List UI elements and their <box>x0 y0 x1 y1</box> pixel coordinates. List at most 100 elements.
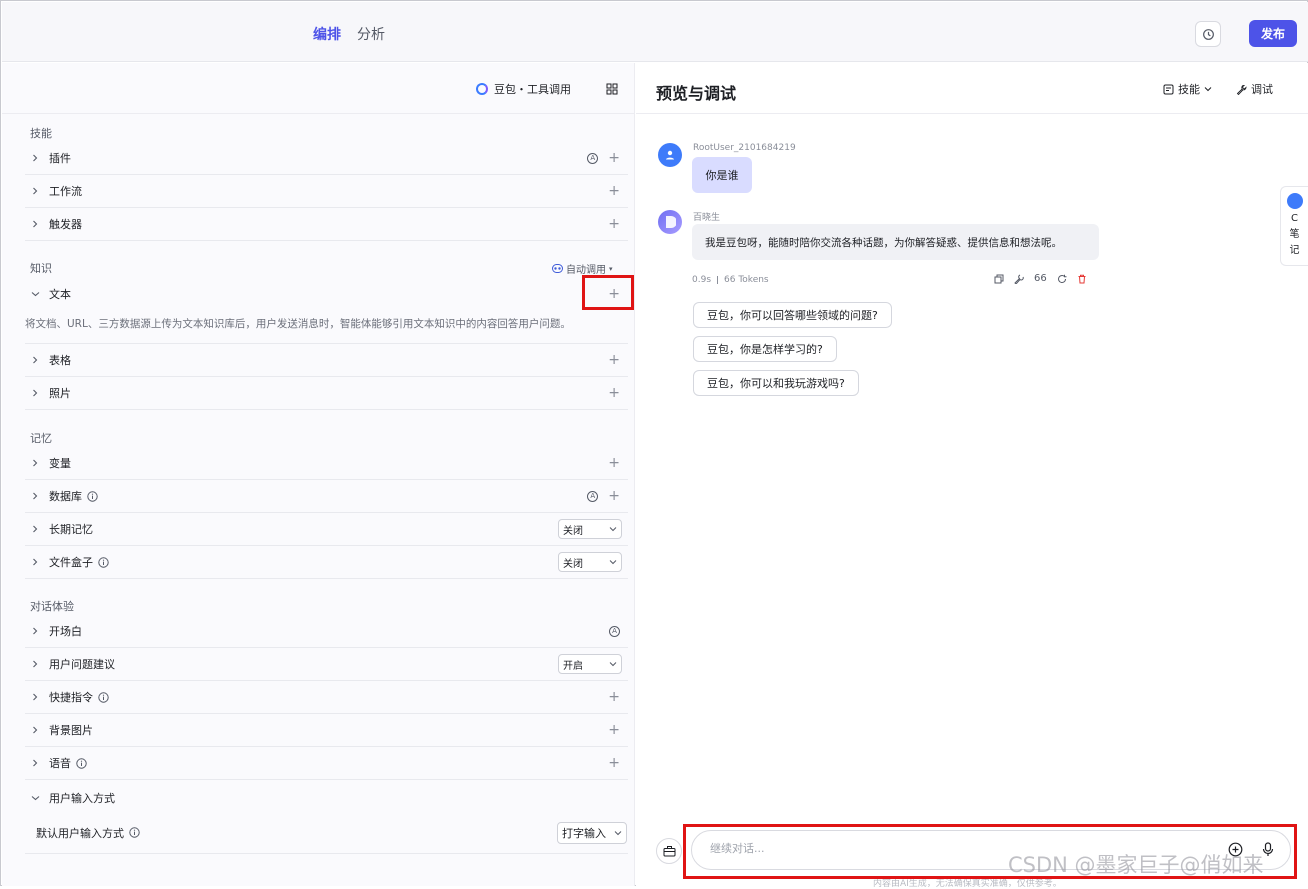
notes-icon <box>1286 193 1303 209</box>
user-message: 你是谁 <box>692 157 752 193</box>
preview-title: 预览与调试 <box>656 84 737 103</box>
auto-call-dropdown[interactable]: 自动调用 ▾ <box>552 261 613 276</box>
history-button[interactable] <box>1195 21 1221 47</box>
info-icon[interactable] <box>98 691 109 703</box>
add-variable-button[interactable]: + <box>608 456 620 470</box>
chevron-right-icon <box>25 558 49 566</box>
highlight-box <box>582 275 634 310</box>
section-skills: 技能 <box>30 127 52 140</box>
user-name: RootUser_2101684219 <box>693 143 796 153</box>
file-box-select[interactable]: 关闭 <box>558 552 622 572</box>
info-icon[interactable] <box>98 556 109 568</box>
suggestion-chip[interactable]: 豆包，你是怎样学习的? <box>693 336 837 362</box>
select-value: 开启 <box>563 660 583 672</box>
user-avatar <box>658 143 682 167</box>
info-icon[interactable] <box>129 827 140 838</box>
bot-message: 我是豆包呀，能随时陪你交流各种话题，为你解答疑惑、提供信息和想法呢。 <box>692 224 1099 260</box>
add-photo-button[interactable]: + <box>608 386 620 400</box>
chevron-right-icon <box>25 389 49 397</box>
chevron-right-icon <box>25 759 49 767</box>
row-table[interactable]: 表格 + <box>25 344 628 377</box>
row-label: 快捷指令 <box>49 691 93 704</box>
row-opening[interactable]: 开场白 A <box>25 615 628 648</box>
note-tab-text: 记 <box>1289 245 1300 256</box>
auto-call-icon[interactable]: A <box>587 152 599 164</box>
chevron-right-icon <box>25 726 49 734</box>
bot-logo-icon <box>666 216 676 228</box>
row-shortcut[interactable]: 快捷指令 + <box>25 681 628 714</box>
section-dialog-experience: 对话体验 <box>30 600 74 613</box>
auto-call-icon[interactable]: A <box>587 490 599 502</box>
chevron-down-icon <box>609 527 617 532</box>
bot-avatar <box>658 210 682 234</box>
copy-icon[interactable] <box>994 274 1004 284</box>
row-plugin[interactable]: 插件 A + <box>25 142 628 175</box>
suggestion-chip[interactable]: 豆包，你可以和我玩游戏吗? <box>693 370 859 396</box>
refresh-icon[interactable] <box>1057 274 1067 284</box>
tab-arrange[interactable]: 编排 <box>313 24 341 44</box>
chevron-right-icon <box>25 154 49 162</box>
chevron-right-icon <box>25 459 49 467</box>
select-value: 关闭 <box>563 558 583 570</box>
add-trigger-button[interactable]: + <box>608 217 620 231</box>
grid-icon <box>606 83 618 95</box>
debug-button[interactable]: 调试 <box>1236 81 1273 97</box>
layout-grid-button[interactable] <box>606 83 618 95</box>
suggestion-chip[interactable]: 豆包，你可以回答哪些领域的问题? <box>693 302 892 328</box>
top-bar: 编排 分析 发布 <box>2 2 1308 62</box>
row-question-suggestion[interactable]: 用户问题建议 开启 <box>25 648 628 681</box>
row-label: 工作流 <box>49 185 82 198</box>
add-workflow-button[interactable]: + <box>608 184 620 198</box>
app-window: 编排 分析 发布 豆包・工具调用 技能 插件 A + 工作流 + 触发器 + 知… <box>0 0 1308 889</box>
bot-name: 百晓生 <box>693 213 721 223</box>
toolbox-button[interactable] <box>656 838 682 864</box>
row-label: 用户问题建议 <box>49 658 115 671</box>
default-input-label: 默认用户输入方式 <box>36 826 124 840</box>
question-suggestion-select[interactable]: 开启 <box>558 654 622 674</box>
arrange-panel: 豆包・工具调用 技能 插件 A + 工作流 + 触发器 + 知识 自动调用 ▾ … <box>2 63 635 886</box>
row-label: 文件盒子 <box>49 556 93 569</box>
model-selector[interactable]: 豆包・工具调用 <box>476 81 571 97</box>
quote-button[interactable]: 66 <box>1034 273 1047 284</box>
delete-icon[interactable] <box>1077 274 1087 284</box>
row-workflow[interactable]: 工作流 + <box>25 175 628 208</box>
wrench-icon[interactable] <box>1014 274 1024 284</box>
info-icon[interactable] <box>87 490 98 502</box>
add-table-button[interactable]: + <box>608 353 620 367</box>
row-voice[interactable]: 语音 + <box>25 747 628 780</box>
toolbox-icon <box>663 846 675 857</box>
auto-call-icon[interactable]: A <box>609 625 620 637</box>
skills-icon <box>1163 84 1174 94</box>
meta-separator <box>717 276 719 284</box>
row-trigger[interactable]: 触发器 + <box>25 208 628 241</box>
row-file-box[interactable]: 文件盒子 关闭 <box>25 546 628 579</box>
info-icon[interactable] <box>76 757 87 769</box>
default-input-select[interactable]: 打字输入 <box>557 821 627 844</box>
row-background-image[interactable]: 背景图片 + <box>25 714 628 747</box>
add-plugin-button[interactable]: + <box>608 151 620 165</box>
arrange-panel-header: 豆包・工具调用 <box>2 63 635 114</box>
notes-side-tab[interactable]: C 笔 记 <box>1280 186 1308 266</box>
chevron-right-icon <box>25 187 49 195</box>
row-text[interactable]: 文本 + <box>25 277 628 310</box>
add-voice-button[interactable]: + <box>608 756 620 770</box>
row-long-term-memory[interactable]: 长期记忆 关闭 <box>25 513 628 546</box>
publish-button[interactable]: 发布 <box>1249 20 1297 47</box>
row-photo[interactable]: 照片 + <box>25 377 628 410</box>
row-database[interactable]: 数据库 A + <box>25 480 628 513</box>
long-term-memory-select[interactable]: 关闭 <box>558 519 622 539</box>
token-count: 66 Tokens <box>724 275 769 285</box>
add-database-button[interactable]: + <box>608 489 620 503</box>
add-shortcut-button[interactable]: + <box>608 690 620 704</box>
row-input-mode[interactable]: 用户输入方式 <box>25 781 628 814</box>
tab-analysis[interactable]: 分析 <box>357 24 385 44</box>
caret-down-icon: ▾ <box>609 264 613 273</box>
chevron-down-icon <box>1204 87 1212 92</box>
skills-label: 技能 <box>1178 83 1200 96</box>
row-variable[interactable]: 变量 + <box>25 447 628 480</box>
row-label: 文本 <box>49 287 71 301</box>
add-background-button[interactable]: + <box>608 723 620 737</box>
chevron-right-icon <box>25 660 49 668</box>
skills-dropdown[interactable]: 技能 <box>1163 81 1212 97</box>
row-label: 照片 <box>49 387 71 400</box>
